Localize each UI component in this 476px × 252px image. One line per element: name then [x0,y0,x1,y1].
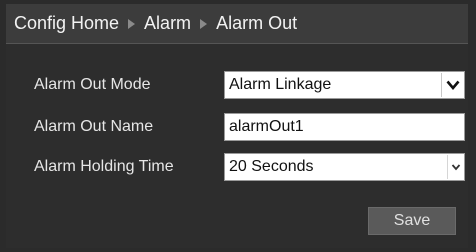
alarm-out-name-value: alarmOut1 [229,118,304,135]
alarm-out-name-label: Alarm Out Name [34,118,154,135]
alarm-holding-time-label: Alarm Holding Time [34,158,174,175]
triangle-right-icon [200,18,208,29]
breadcrumb-alarm[interactable]: Alarm [144,13,191,34]
chevron-down-icon[interactable] [441,73,463,97]
chevron-down-icon[interactable] [447,155,463,179]
breadcrumb: Config Home Alarm Alarm Out [6,4,468,44]
alarm-out-name-row: Alarm Out Name alarmOut1 [6,112,468,142]
alarm-out-config-page: Config Home Alarm Alarm Out Alarm Out Mo… [0,0,476,252]
alarm-out-mode-value: Alarm Linkage [229,76,332,93]
alarm-out-form: Alarm Out Mode Alarm Linkage Alarm Out N… [6,44,468,248]
alarm-holding-time-row: Alarm Holding Time 20 Seconds [6,152,468,182]
triangle-right-icon [128,18,136,29]
breadcrumb-alarm-out: Alarm Out [216,13,298,33]
save-button[interactable]: Save [368,207,456,235]
alarm-holding-time-value: 20 Seconds [229,158,314,175]
breadcrumb-config-home[interactable]: Config Home [14,13,119,34]
alarm-holding-time-select[interactable]: 20 Seconds [224,153,465,181]
alarm-out-mode-label: Alarm Out Mode [34,76,151,93]
alarm-out-mode-select[interactable]: Alarm Linkage [224,71,465,99]
alarm-out-name-input[interactable]: alarmOut1 [224,113,465,141]
alarm-out-mode-row: Alarm Out Mode Alarm Linkage [6,70,468,100]
